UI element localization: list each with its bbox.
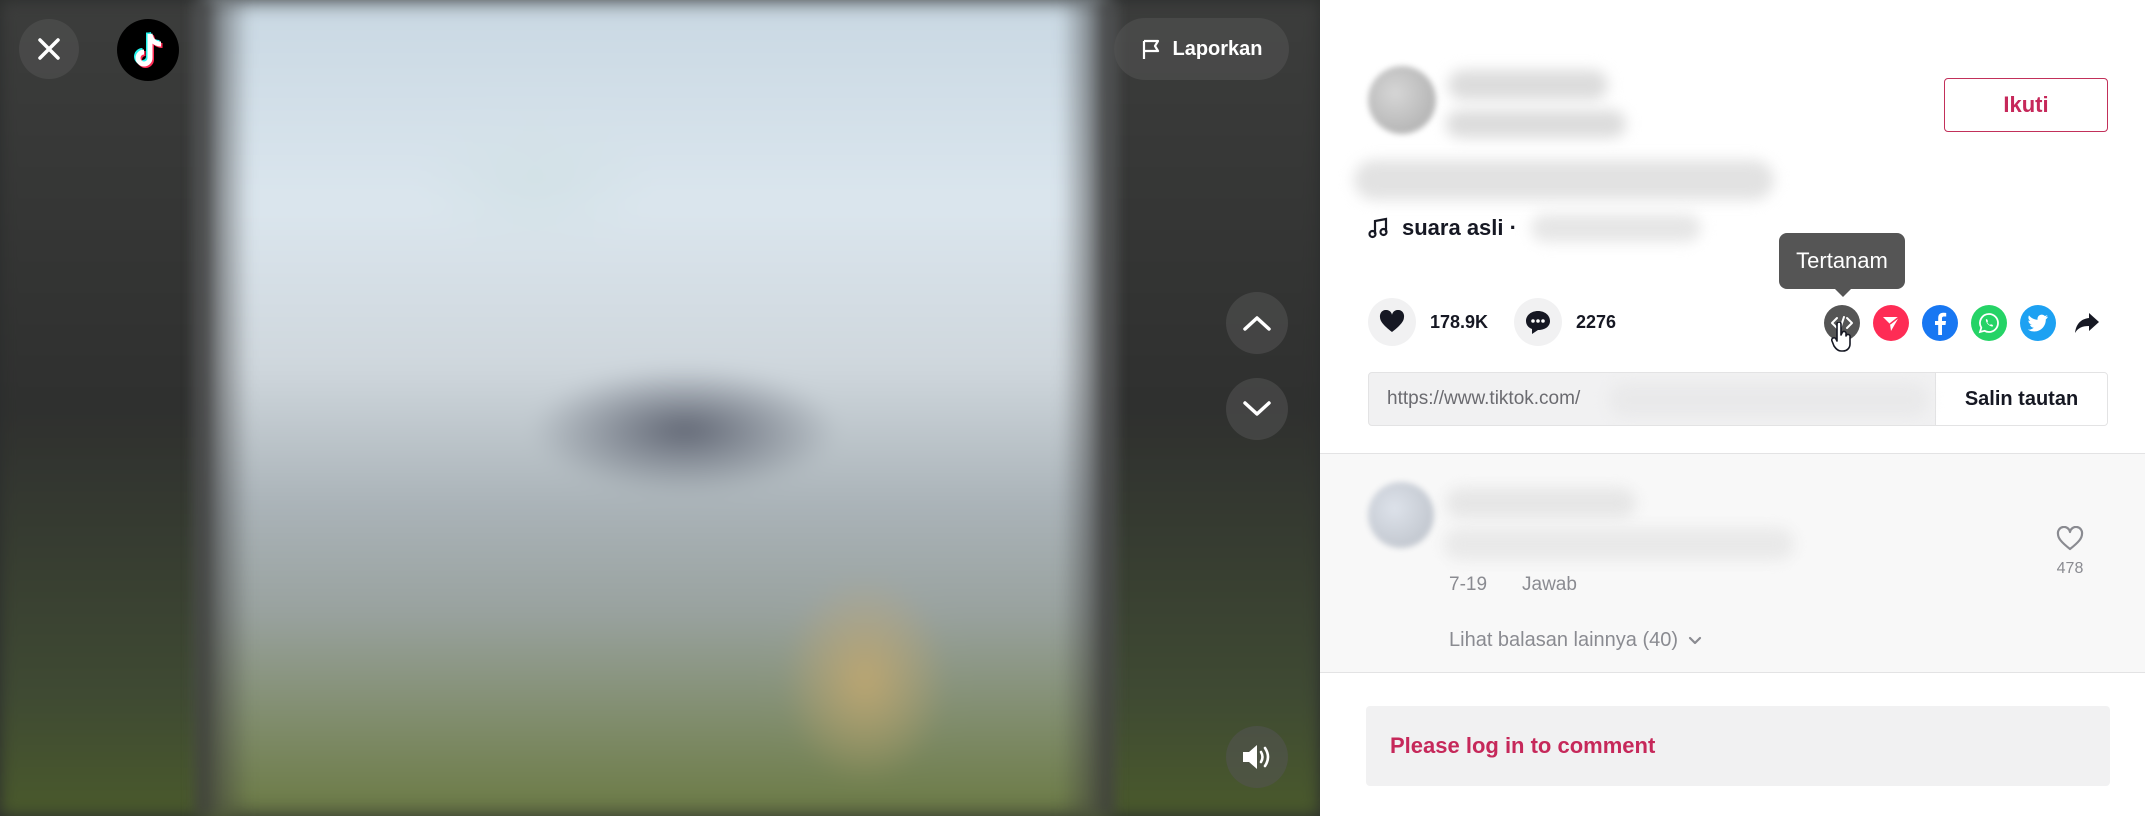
like-count: 178.9K <box>1430 311 1489 332</box>
author-username-redacted[interactable] <box>1448 70 1608 100</box>
view-more-replies-label: Lihat balasan lainnya (40) <box>1449 629 1679 651</box>
like-icon-wrap <box>1368 298 1416 346</box>
comment-like-button[interactable]: 478 <box>2056 526 2084 578</box>
video-link[interactable]: https://www.tiktok.com/ <box>1369 373 1935 425</box>
tiktok-logo[interactable] <box>117 19 179 81</box>
music-label: suara asli · <box>1402 215 1517 240</box>
comment-bubble-icon <box>1526 311 1550 334</box>
share-facebook-button[interactable] <box>1922 305 1958 341</box>
view-more-replies-button[interactable]: Lihat balasan lainnya (40) <box>1449 629 1702 652</box>
section-divider-bottom <box>1320 672 2145 673</box>
sound-button[interactable] <box>1226 726 1288 788</box>
video-link-path-redacted <box>1609 383 1929 417</box>
comment-button[interactable]: 2276 <box>1514 298 1616 346</box>
video-frame-shadow <box>195 0 1115 816</box>
video-caption-redacted <box>1354 160 1774 200</box>
music-title-redacted <box>1530 214 1701 242</box>
heart-icon <box>1379 310 1405 332</box>
send-icon <box>1883 316 1900 331</box>
comment-count: 2276 <box>1576 311 1617 332</box>
comment-like-count: 478 <box>2056 560 2084 577</box>
share-arrow-icon <box>2075 313 2099 333</box>
previous-video-button[interactable] <box>1226 292 1288 354</box>
chevron-down-icon <box>1243 401 1271 416</box>
copy-link-box: https://www.tiktok.com/ Salin tautan <box>1368 372 2108 426</box>
chevron-up-icon <box>1243 316 1271 331</box>
share-twitter-button[interactable] <box>2020 305 2056 341</box>
music-info[interactable]: suara asli · <box>1368 214 1701 242</box>
flag-icon <box>1143 39 1160 59</box>
video-panel[interactable]: Laporkan <box>0 0 1320 816</box>
more-share-button[interactable] <box>2069 305 2105 341</box>
tiktok-logo-icon <box>134 31 163 68</box>
hand-cursor-icon <box>1831 322 1851 352</box>
music-note-icon <box>1368 217 1388 239</box>
commenter-avatar[interactable] <box>1368 482 1434 548</box>
like-button[interactable]: 178.9K <box>1368 298 1488 346</box>
reply-button[interactable]: Jawab <box>1522 574 1577 596</box>
video-info-panel: Ikuti suara asli · 178.9K 2276 Tertanam <box>1320 0 2145 816</box>
comment-list[interactable] <box>1320 454 2145 672</box>
copy-link-button[interactable]: Salin tautan <box>1935 373 2107 425</box>
chevron-down-small-icon <box>1688 636 1702 644</box>
report-button[interactable]: Laporkan <box>1114 18 1289 80</box>
send-to-friends-button[interactable] <box>1873 305 1909 341</box>
author-avatar[interactable] <box>1368 66 1436 134</box>
login-to-comment-button[interactable]: Please log in to comment <box>1366 706 2110 786</box>
close-button[interactable] <box>19 19 79 79</box>
report-label: Laporkan <box>1172 37 1263 60</box>
commenter-name-redacted[interactable] <box>1446 488 1636 518</box>
twitter-icon <box>2027 314 2048 332</box>
comment-date: 7-19 <box>1449 574 1488 595</box>
share-whatsapp-button[interactable] <box>1971 305 2007 341</box>
whatsapp-icon <box>1978 313 1999 334</box>
author-nickname-redacted <box>1446 110 1626 138</box>
comment-text-redacted <box>1444 528 1794 560</box>
speaker-icon <box>1243 745 1270 769</box>
follow-button[interactable]: Ikuti <box>1944 78 2108 132</box>
embed-tooltip: Tertanam <box>1779 233 1905 297</box>
next-video-button[interactable] <box>1226 378 1288 440</box>
comment-icon-wrap <box>1514 298 1562 346</box>
close-icon <box>38 38 60 60</box>
facebook-icon <box>1935 312 1947 335</box>
video-link-url: https://www.tiktok.com/ <box>1387 388 1581 409</box>
heart-outline-icon <box>2056 526 2084 551</box>
